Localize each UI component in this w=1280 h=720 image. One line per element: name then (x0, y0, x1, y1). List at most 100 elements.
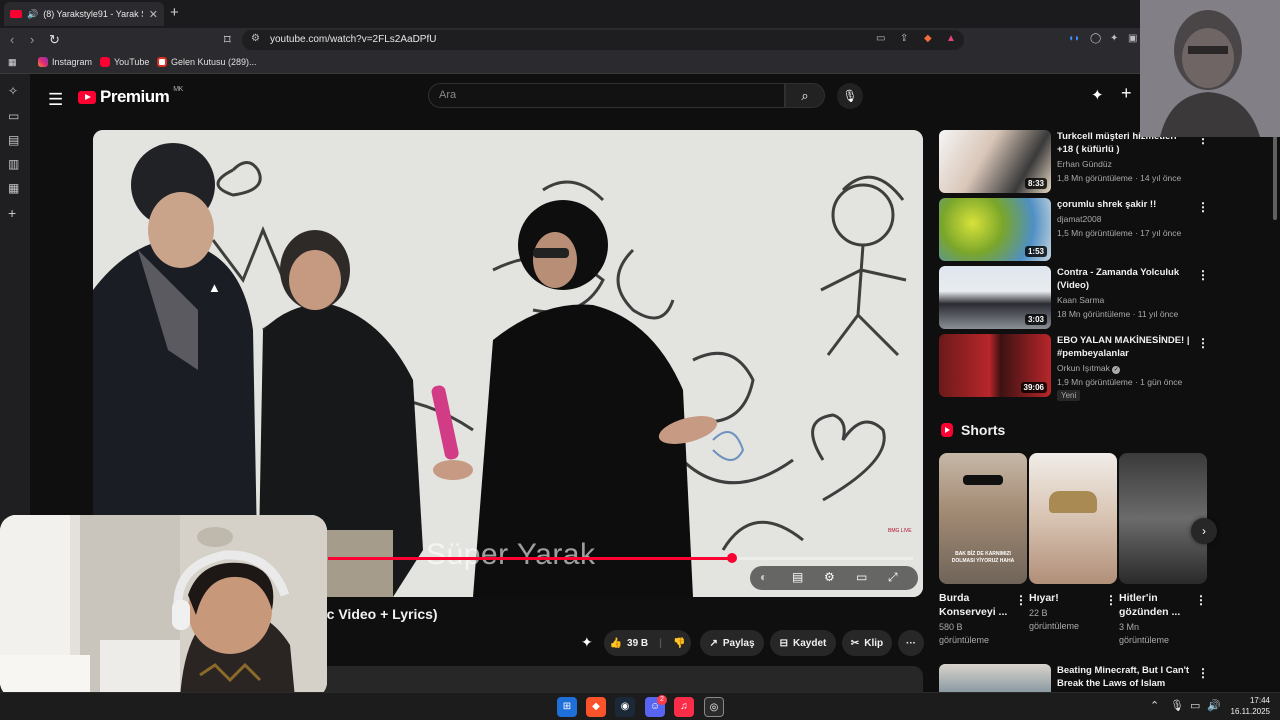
like-button[interactable]: 👍 39 B | 👎 (604, 630, 691, 656)
short-thumbnail[interactable]: BAK BİZ DE KARNIMIZI DOLMASI YİYORUZ HAH… (939, 453, 1027, 584)
wallet-icon[interactable]: ▣ (1128, 33, 1137, 44)
search-button[interactable]: ⌕ (785, 83, 825, 108)
settings-icon[interactable]: ⚙ (824, 570, 835, 584)
short-item[interactable]: Hıyar! 22 B görüntüleme ⋮ (1029, 453, 1117, 633)
short-item[interactable]: BAK BİZ DE KARNIMIZI DOLMASI YİYORUZ HAH… (939, 453, 1027, 647)
close-tab-icon[interactable]: ✕ (149, 8, 158, 21)
channel-name[interactable]: Erhan Gündüz (1057, 159, 1112, 169)
more-actions-button[interactable]: ··· (898, 630, 924, 656)
more-vert-icon[interactable]: ⋮ (1197, 666, 1209, 680)
leo-ai-icon[interactable]: ✧ (8, 84, 18, 98)
more-vert-icon[interactable]: ⋮ (1197, 268, 1209, 282)
video-progress-bar[interactable] (328, 553, 913, 563)
shorts-next-button[interactable]: › (1191, 518, 1217, 544)
system-clock[interactable]: 17:44 16.11.2025 (1226, 695, 1270, 717)
speaker-icon[interactable]: 🔊 (27, 9, 38, 20)
more-vert-icon[interactable]: ⋮ (1197, 200, 1209, 214)
video-duration: 39:06 (1020, 382, 1047, 393)
save-button[interactable]: ⊟ Kaydet (770, 630, 836, 656)
video-thumbnail[interactable]: 39:06 (939, 334, 1051, 397)
recommended-video[interactable]: 1:53 çorumlu shrek şakir !! djamat2008 1… (939, 198, 1239, 261)
clip-button[interactable]: ✂ Klip (842, 630, 892, 656)
back-icon[interactable]: ‹ (10, 32, 14, 47)
theater-mode-icon[interactable]: ▭ (856, 570, 867, 584)
video-thumbnail[interactable] (939, 664, 1051, 692)
brave-shield-icon[interactable]: ◆ (924, 33, 932, 44)
autoplay-toggle-icon[interactable]: ◐ (760, 570, 767, 584)
channel-name[interactable]: Orkun Işıtmak ✓ (1057, 363, 1121, 374)
video-title[interactable]: Contra - Zamanda Yolculuk (Video) (1057, 266, 1192, 292)
share-page-icon[interactable]: ⇪ (900, 33, 908, 44)
channel-name[interactable]: djamat2008 (1057, 214, 1101, 224)
video-title[interactable]: EBO YALAN MAKİNESİNDE! | #pembeyalanlar (1057, 334, 1192, 360)
share-button[interactable]: ↗ Paylaş (700, 630, 764, 656)
youtube-premium-logo[interactable]: Premium MK (78, 86, 183, 107)
browser-tab[interactable]: 🔊 (8) Yarakstyle91 - Yarak Song ✕ (4, 2, 164, 26)
obs-icon[interactable]: ◎ (704, 697, 724, 717)
bookmarks-sidebar-icon[interactable]: ▥ (8, 157, 19, 171)
site-info-icon[interactable]: ⚙ (251, 33, 260, 44)
microphone-tray-icon[interactable]: 🎙 (1170, 699, 1184, 712)
description-box[interactable] (315, 666, 923, 692)
volume-icon[interactable]: 🔊 (1207, 699, 1221, 712)
new-badge: Yeni (1057, 390, 1081, 401)
recommended-video[interactable]: 8:33 Turkcell müşteri hizmetleri +18 ( k… (939, 130, 1239, 193)
short-item[interactable]: Hitler'in gözünden ... 3 Mn görüntüleme … (1119, 453, 1207, 647)
tray-chevron-icon[interactable]: ⌃ (1150, 699, 1159, 712)
brave-rewards-icon[interactable]: ▲ (946, 33, 956, 44)
steam-icon[interactable]: ◉ (615, 697, 635, 717)
more-vert-icon[interactable]: ⋮ (1195, 593, 1207, 607)
channel-name[interactable]: Kaan Sarma (1057, 295, 1104, 305)
shorts-heading: Shorts (941, 422, 1005, 438)
history-sidebar-icon[interactable]: ▦ (8, 181, 19, 195)
video-title[interactable]: çorumlu shrek şakir !! (1057, 198, 1192, 211)
recommended-video[interactable]: Beating Minecraft, But I Can't Break the… (939, 664, 1239, 692)
dislike-icon[interactable]: 👎 (673, 638, 685, 649)
page-scrollbar[interactable] (1273, 136, 1277, 220)
video-title[interactable]: Beating Minecraft, But I Can't Break the… (1057, 664, 1192, 690)
more-vert-icon[interactable]: ⋮ (1197, 336, 1209, 350)
url-field[interactable]: youtube.com/watch?v=2FLs2AaDPfU (242, 30, 964, 50)
music-app-icon[interactable]: ♫ (674, 697, 694, 717)
video-thumbnail[interactable]: 1:53 (939, 198, 1051, 261)
webcam-overlay-top (1140, 0, 1280, 137)
progress-scrubber[interactable] (726, 553, 737, 563)
forward-icon[interactable]: › (30, 32, 34, 47)
add-sidebar-item-icon[interactable]: + (8, 205, 16, 221)
search-input[interactable]: Ara (428, 83, 785, 108)
audio-playing-icon[interactable]: ◖◗ (1068, 33, 1080, 44)
recommended-video[interactable]: 3:03 Contra - Zamanda Yolculuk (Video) K… (939, 266, 1239, 329)
short-thumbnail[interactable] (1029, 453, 1117, 584)
gemini-icon[interactable]: ✦ (1091, 86, 1104, 104)
bookmark-youtube[interactable]: YouTube (100, 57, 149, 67)
video-thumbnail[interactable]: 8:33 (939, 130, 1051, 193)
reading-list-icon[interactable]: ▭ (8, 109, 19, 123)
bookmark-gmail[interactable]: Gelen Kutusu (289)... (157, 57, 257, 67)
more-vert-icon[interactable]: ⋮ (1105, 593, 1117, 607)
more-vert-icon[interactable]: ⋮ (1015, 593, 1027, 607)
extensions-icon[interactable]: ✦ (1110, 33, 1118, 44)
vpn-icon[interactable]: ◯ (1090, 33, 1101, 44)
menu-icon[interactable]: ☰ (48, 90, 63, 110)
network-icon[interactable]: ▭ (1190, 699, 1200, 712)
create-icon[interactable]: + (1121, 83, 1132, 104)
cast-icon[interactable]: ▭ (876, 33, 885, 44)
recommended-video[interactable]: 39:06 EBO YALAN MAKİNESİNDE! | #pembeyal… (939, 334, 1239, 404)
video-duration: 8:33 (1024, 178, 1047, 189)
voice-search-button[interactable]: 🎙 (837, 83, 863, 109)
bookmark-instagram[interactable]: Instagram (38, 57, 92, 67)
webcam-overlay-bottom (0, 515, 327, 698)
gemini-ask-icon[interactable]: ✦ (581, 634, 593, 651)
subtitles-icon[interactable]: ▤ (792, 570, 803, 584)
short-thumbnail[interactable] (1119, 453, 1207, 584)
wallet-sidebar-icon[interactable]: ▤ (8, 133, 19, 147)
new-tab-button[interactable]: + (170, 4, 179, 21)
windows-start-icon[interactable]: ⊞ (557, 697, 577, 717)
bookmark-icon[interactable]: ⌑ (224, 32, 231, 48)
apps-grid-icon[interactable]: ▦ (8, 57, 17, 68)
video-thumbnail[interactable]: 3:03 (939, 266, 1051, 329)
fullscreen-icon[interactable]: ⤢ (888, 570, 898, 585)
brave-browser-icon[interactable]: ◆ (586, 697, 606, 717)
windows-taskbar: ⊞ ◆ ◉ ☺ 2 ♫ ◎ ⌃ 🎙 ▭ 🔊 17:44 16.11.2025 (0, 692, 1280, 720)
reload-icon[interactable]: ↻ (49, 32, 60, 48)
